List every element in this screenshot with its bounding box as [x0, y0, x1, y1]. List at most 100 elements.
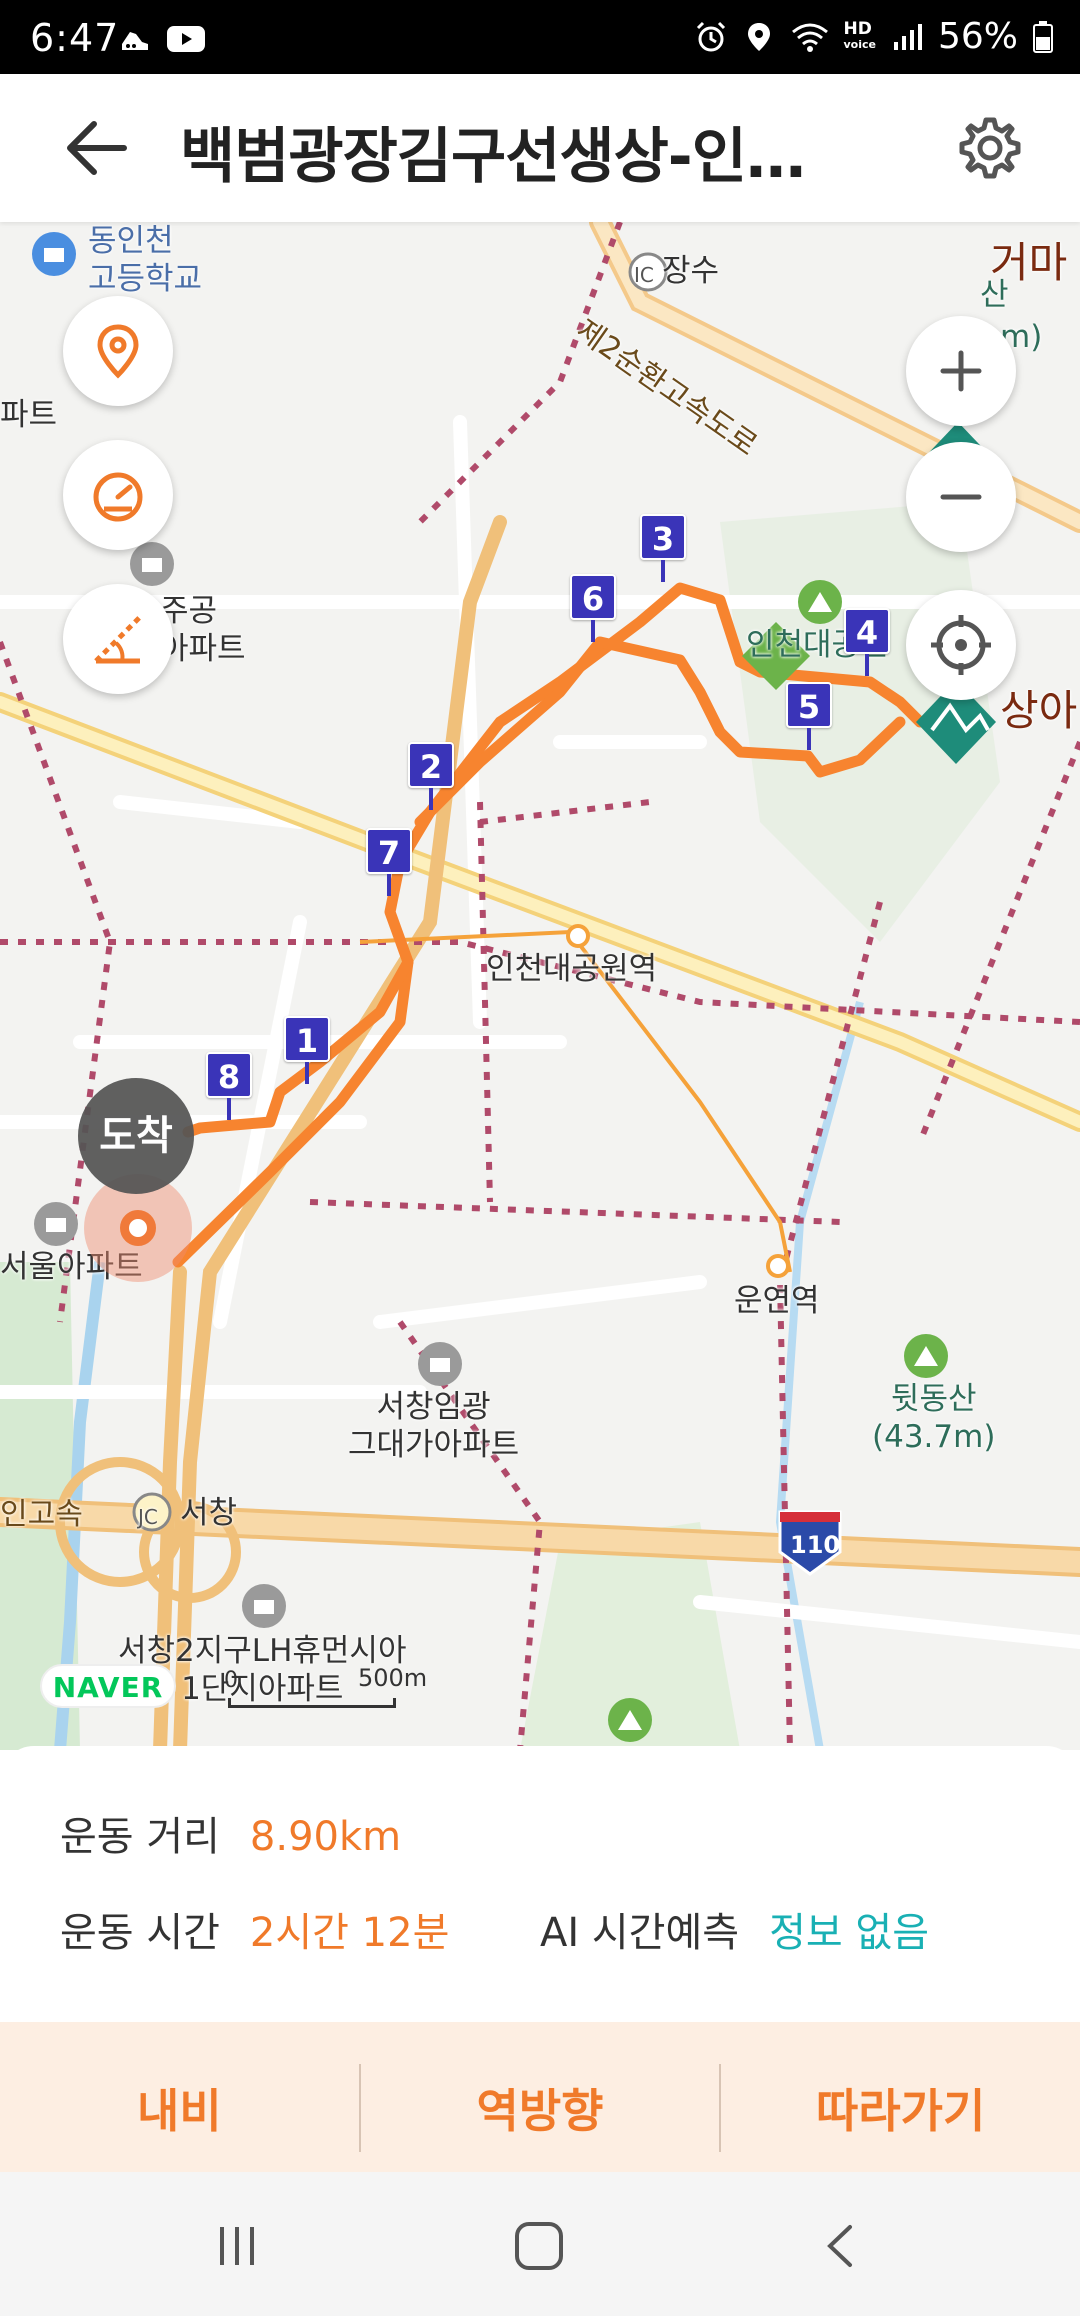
distance-value: 8.90km — [249, 1814, 402, 1860]
battery-icon — [1033, 20, 1053, 53]
youtube-icon — [167, 26, 205, 52]
system-nav-bar — [0, 2172, 1080, 2316]
waypoint-8[interactable]: 8 — [206, 1052, 252, 1120]
naver-logo: NAVER — [40, 1664, 176, 1708]
ai-row: AI 시간예측 정보 없음 — [540, 1900, 929, 1958]
location-pin-icon — [97, 324, 139, 379]
waypoint-3[interactable]: 3 — [640, 514, 686, 582]
location-icon — [747, 22, 770, 51]
arrival-marker[interactable]: 도착 — [78, 1078, 194, 1194]
waypoint-stem — [429, 788, 433, 810]
time-value: 2시간 12분 — [249, 1910, 450, 1956]
label-dwitdong: 뒷동산 (43.7m) — [872, 1381, 996, 1455]
status-bar: 6:47 HD voice 56% — [0, 0, 1080, 74]
info-panel: 운동 거리 8.90km 운동 시간 2시간 12분 AI 시간예측 정보 없음 — [0, 1746, 1080, 2018]
waypoint-number: 3 — [640, 514, 686, 560]
label-station-park: 인천대공원역 — [486, 951, 658, 987]
hd-voice-icon: HD voice — [843, 18, 876, 53]
elevation-button[interactable] — [63, 584, 173, 694]
label-ic: IC — [634, 263, 654, 287]
waypoint-number: 7 — [366, 828, 412, 874]
waypoint-1[interactable]: 1 — [284, 1016, 330, 1084]
scale-zero: 0 — [224, 1668, 238, 1693]
label-expressway-left: 인고속 — [0, 1497, 83, 1532]
distance-label: 운동 거리 — [60, 1814, 220, 1860]
label-seochang: 서창 — [180, 1495, 238, 1531]
back-nav-button[interactable] — [796, 2206, 886, 2286]
waypoint-stem — [591, 620, 595, 642]
action-bar: 내비 역방향 따라가기 — [0, 2022, 1080, 2194]
map-view[interactable]: 동인천 고등학교 파트 IC 장수 제2순환고속도로 거마 산 m) 주공 아파… — [0, 222, 1080, 1750]
home-button[interactable] — [494, 2206, 584, 2286]
ai-label: AI 시간예측 — [540, 1910, 740, 1956]
page-title: 백범광장김구선생상-인… — [180, 122, 806, 192]
status-time: 6:47 — [30, 16, 120, 60]
waypoint-2[interactable]: 2 — [408, 742, 454, 810]
zoom-out-button[interactable] — [906, 442, 1016, 552]
gear-icon — [959, 117, 1021, 179]
speed-button[interactable] — [63, 440, 173, 550]
waypoint-stem — [387, 874, 391, 896]
arrow-left-icon — [67, 121, 127, 175]
label-jc: JC — [138, 1505, 158, 1529]
label-apt-left: 파트 — [0, 397, 58, 433]
settings-button[interactable] — [956, 114, 1024, 182]
signal-icon — [893, 23, 922, 50]
label-jangsu: 장수 — [662, 253, 720, 289]
running-shoe-icon — [122, 32, 148, 50]
waypoint-stem — [661, 560, 665, 582]
navi-button[interactable]: 내비 — [0, 2022, 359, 2194]
label-mountain-right: 상아 — [1000, 686, 1078, 735]
waypoint-number: 2 — [408, 742, 454, 788]
scale-bar — [228, 1698, 396, 1708]
marker-button[interactable] — [63, 296, 173, 406]
label-school: 동인천 고등학교 — [88, 223, 203, 297]
crosshair-icon — [931, 615, 991, 675]
waypoint-stem — [227, 1098, 231, 1120]
app-header: 백범광장김구선생상-인… — [0, 74, 1080, 222]
recent-apps-button[interactable] — [192, 2206, 282, 2286]
alarm-icon — [696, 21, 725, 51]
waypoint-number: 1 — [284, 1016, 330, 1062]
back-chevron-icon — [827, 2225, 852, 2267]
label-station-unyeon: 운연역 — [734, 1283, 820, 1319]
current-location-dot — [120, 1210, 156, 1246]
ai-value: 정보 없음 — [769, 1910, 929, 1956]
waypoint-number: 8 — [206, 1052, 252, 1098]
waypoint-4[interactable]: 4 — [844, 608, 890, 676]
elevation-icon — [94, 615, 142, 664]
plus-icon — [940, 350, 982, 392]
waypoint-stem — [305, 1062, 309, 1084]
minus-icon — [940, 494, 982, 500]
waypoint-stem — [865, 654, 869, 676]
zoom-in-button[interactable] — [906, 316, 1016, 426]
time-label: 운동 시간 — [60, 1910, 220, 1956]
status-right-icons: HD voice 56% — [694, 16, 1055, 57]
back-button[interactable] — [62, 116, 132, 180]
label-jugong: 주공 아파트 — [160, 593, 246, 667]
locate-button[interactable] — [906, 590, 1016, 700]
speedometer-icon — [93, 472, 143, 522]
distance-row: 운동 거리 8.90km — [60, 1804, 401, 1862]
time-row: 운동 시간 2시간 12분 — [60, 1900, 449, 1958]
waypoint-number: 6 — [570, 574, 616, 620]
waypoint-stem — [807, 728, 811, 750]
status-left-icons — [118, 22, 206, 56]
waypoint-6[interactable]: 6 — [570, 574, 616, 642]
label-seochang-apt: 서창임광 그대가아파트 — [348, 1389, 520, 1463]
label-route-110: 110 — [790, 1531, 841, 1559]
waypoint-5[interactable]: 5 — [786, 682, 832, 750]
waypoint-7[interactable]: 7 — [366, 828, 412, 896]
waypoint-number: 4 — [844, 608, 890, 654]
follow-button[interactable]: 따라가기 — [721, 2022, 1080, 2194]
battery-percent: 56% — [937, 16, 1018, 57]
wifi-icon — [791, 23, 828, 52]
hd-label: HD — [843, 18, 872, 39]
voice-label: voice — [843, 37, 876, 51]
label-mountain-top-sub: 산 — [980, 277, 1009, 313]
scale-distance: 500m — [358, 1664, 428, 1692]
reverse-button[interactable]: 역방향 — [361, 2022, 720, 2194]
home-icon — [515, 2222, 563, 2270]
waypoint-number: 5 — [786, 682, 832, 728]
recent-apps-icon — [220, 2227, 254, 2265]
